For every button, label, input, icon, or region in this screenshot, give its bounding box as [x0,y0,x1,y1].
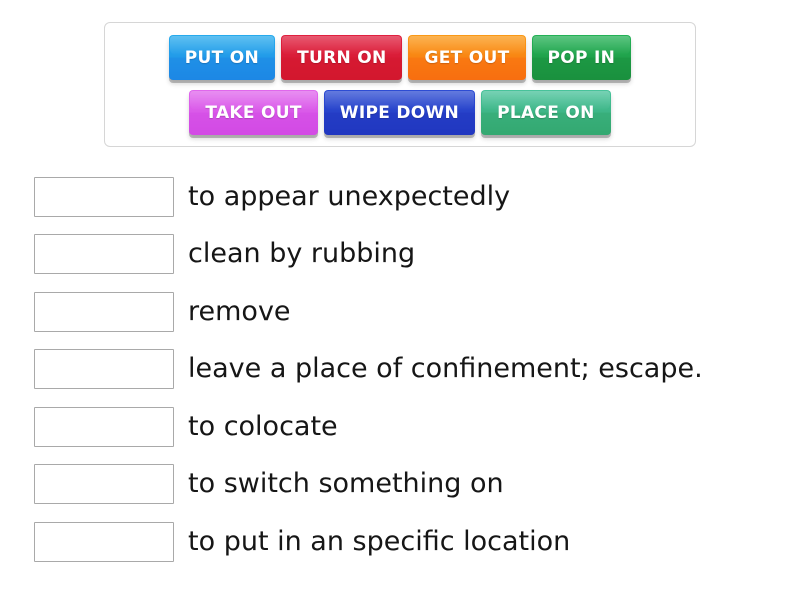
word-bank: PUT ON TURN ON GET OUT POP IN TAKE OUT W… [104,22,696,147]
drop-slot-4[interactable] [34,349,174,390]
answer-list: to appear unexpectedly clean by rubbing … [0,168,800,571]
answer-row: to switch something on [0,456,800,514]
answer-row: to appear unexpectedly [0,168,800,226]
drop-slot-2[interactable] [34,234,174,275]
drop-slot-3[interactable] [34,291,174,332]
definition-text-3: remove [188,295,291,327]
word-tile-pop-in[interactable]: POP IN [531,35,632,80]
definition-text-1: to appear unexpectedly [188,180,511,212]
word-tile-take-out[interactable]: TAKE OUT [189,90,318,135]
drop-slot-6[interactable] [34,464,174,505]
word-bank-row-2: TAKE OUT WIPE DOWN PLACE ON [105,85,695,140]
word-bank-row-1: PUT ON TURN ON GET OUT POP IN [105,23,695,85]
answer-row: to colocate [0,398,800,456]
word-tile-get-out[interactable]: GET OUT [408,35,526,80]
answer-row: clean by rubbing [0,226,800,284]
answer-row: remove [0,283,800,341]
drop-slot-7[interactable] [34,521,174,562]
word-tile-place-on[interactable]: PLACE ON [481,90,611,135]
definition-text-5: to colocate [188,410,338,442]
word-tile-turn-on[interactable]: TURN ON [281,35,403,80]
definition-text-2: clean by rubbing [188,238,416,270]
definition-text-7: to put in an specific location [188,525,571,557]
drop-slot-5[interactable] [34,406,174,447]
word-tile-wipe-down[interactable]: WIPE DOWN [323,90,476,135]
definition-text-4: leave a place of confinement; escape. [188,353,703,385]
drop-slot-1[interactable] [34,176,174,217]
answer-row: to put in an specific location [0,513,800,571]
answer-row: leave a place of confinement; escape. [0,341,800,399]
word-tile-put-on[interactable]: PUT ON [168,35,276,80]
definition-text-6: to switch something on [188,468,504,500]
